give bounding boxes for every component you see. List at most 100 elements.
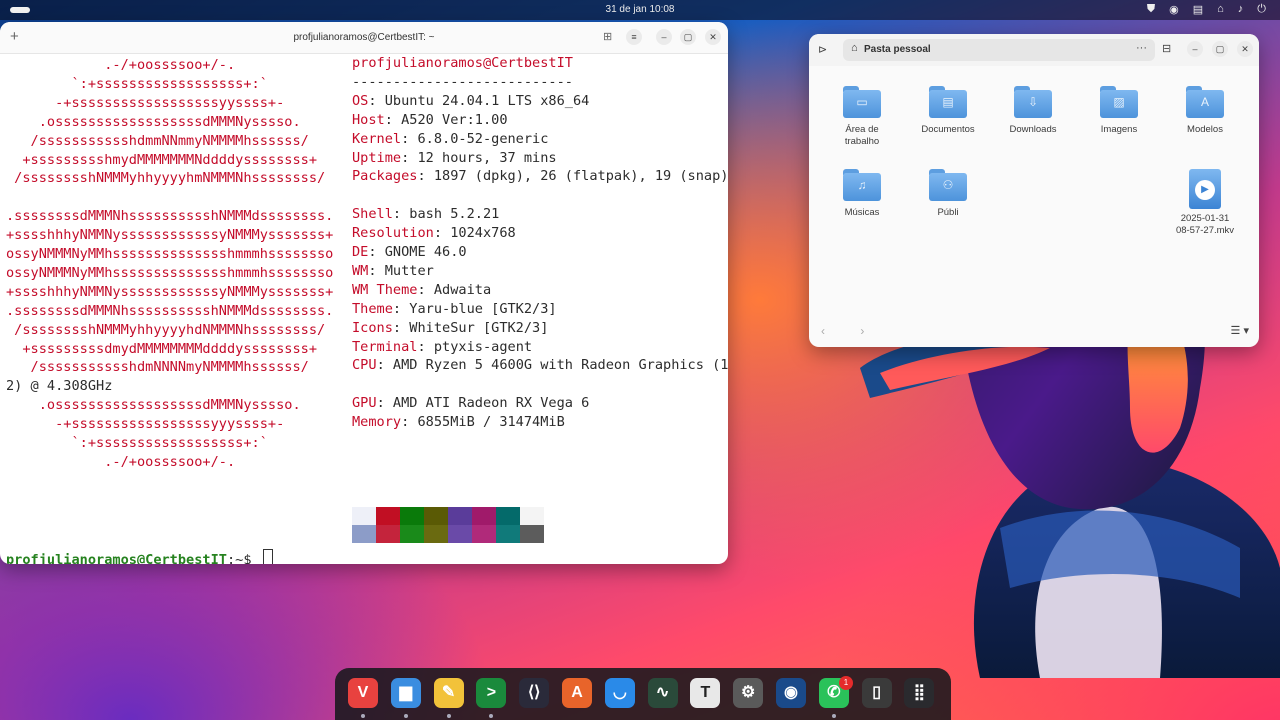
neofetch-logo-line: -+ssssssssssssssssssyyssss+- [6, 94, 285, 111]
file-label: Modelos [1187, 124, 1223, 135]
terminal-header: + profjulianoramos@CertbestIT: ~ ⊞ ≡ – ▢… [0, 22, 728, 54]
file-item[interactable]: ▨ Imagens [1076, 86, 1162, 136]
dock-files-icon[interactable]: ▆ [390, 678, 421, 708]
file-item[interactable]: ♫ Músicas [819, 169, 905, 219]
network-icon[interactable]: ⌂ [1217, 3, 1224, 16]
file-item[interactable]: ⇩ Downloads [990, 86, 1076, 136]
info-key: Kernel [352, 130, 402, 147]
files-grid: ▭ Área de trabalho ▤ Documentos ⇩ Downloads ▨ I… [809, 66, 1259, 316]
neofetch-logo-line: +sssshhhyNMMNyssssssssssssyNMMMysssssss+ [6, 227, 334, 244]
back-forward-icon[interactable]: ‹ › [821, 324, 880, 338]
shell-prompt[interactable]: profjulianoramos@CertbestIT:~$ [6, 549, 273, 564]
dock-store-icon[interactable]: ◡ [604, 678, 635, 708]
color-swatch [376, 525, 400, 543]
files-window[interactable]: ⊳ ⌂ Pasta pessoal ··· ⊟ – ▢ ✕ ▭ Área de t… [809, 34, 1259, 347]
running-indicator [489, 714, 494, 718]
info-key: WM [352, 262, 369, 279]
clock[interactable]: 31 de jan 10:08 [0, 4, 1280, 15]
info-key: Memory [352, 414, 402, 431]
view-mode-icon[interactable]: ☰ ▾ [1231, 324, 1249, 337]
terminal-output[interactable]: .-/+oossssoo+/-. `:+ssssssssssssssssss+:… [0, 54, 728, 564]
color-swatch [400, 507, 424, 525]
folder-icon: ⚇ [929, 169, 967, 201]
dock-trash-icon[interactable]: ▯ [861, 678, 892, 708]
info-key: WM Theme [352, 281, 418, 298]
running-indicator [831, 714, 836, 718]
file-item[interactable]: ▶ 2025-01-31 08-57-27.mkv [1162, 169, 1248, 237]
neofetch-info-row: Host: A520 Ver:1.00 [352, 111, 508, 130]
color-swatch [376, 507, 400, 525]
neofetch-info-row: DE: GNOME 46.0 [352, 243, 467, 262]
folder-icon: ▨ [1100, 86, 1138, 118]
neofetch-info-row: Icons: WhiteSur [GTK2/3] [352, 319, 548, 338]
menu-icon[interactable]: ≡ [626, 29, 642, 45]
file-label: Documentos [921, 124, 975, 135]
color-swatch [520, 507, 544, 525]
minimize-icon[interactable]: – [656, 29, 672, 45]
neofetch-info-row: WM Theme: Adwaita [352, 281, 491, 300]
dock: ⣿ ▯ ✆ ◉ ⚙ T ∿ ◡ A ⟨⟩ > ✎ ▆ V 1 [335, 668, 951, 720]
close-icon[interactable]: ✕ [1237, 41, 1253, 57]
info-value: : Yaru-blue [GTK2/3] [392, 300, 557, 317]
color-swatch [520, 525, 544, 543]
file-label: Downloads [1009, 124, 1057, 135]
info-key: CPU [352, 357, 377, 374]
dock-typora-icon[interactable]: T [690, 678, 721, 708]
color-palette [352, 507, 544, 543]
neofetch-logo-line: +ssssssssshmydMMMMMMMNddddyssssssss+ [6, 151, 317, 168]
file-item[interactable]: ⚇ Públi [905, 169, 991, 219]
system-tray[interactable]: ⛊ ◉ ▤ ⌂ ♪ ⏻ [1147, 3, 1266, 16]
dock-terminal-icon[interactable]: > [476, 678, 507, 708]
neofetch-info-row: Packages: 1897 (dpkg), 26 (flatpak), 19 … [352, 167, 728, 186]
neofetch-separator: --------------------------- [352, 73, 573, 90]
sidebar-toggle-icon[interactable]: ⊳ [818, 43, 827, 56]
terminal-window[interactable]: + profjulianoramos@CertbestIT: ~ ⊞ ≡ – ▢… [0, 22, 728, 564]
power-icon[interactable]: ⏻ [1257, 3, 1266, 16]
neofetch-logo-line: .-/+oossssoo+/-. [6, 453, 236, 470]
new-folder-icon[interactable]: ⊟ [1162, 42, 1171, 55]
info-value: : bash 5.2.21 [392, 206, 500, 223]
file-item[interactable]: A Modelos [1162, 86, 1248, 136]
neofetch-logo-line: .-/+oossssoo+/-. [6, 57, 236, 73]
info-value: : ptyxis-agent [417, 338, 533, 355]
dock-settings-icon[interactable]: ⚙ [733, 678, 764, 708]
tab-overview-icon[interactable]: ⊞ [603, 30, 612, 43]
dock-steam-icon[interactable]: ◉ [776, 678, 806, 708]
file-item[interactable]: ▭ Área de trabalho [819, 86, 905, 148]
minimize-icon[interactable]: – [1187, 41, 1203, 57]
neofetch-logo-line: /sssssssshNMMMyhhyyyyhmNMMMNhssssssss/ [6, 170, 326, 187]
dock-text-editor-icon[interactable]: ✎ [433, 678, 464, 708]
file-item[interactable]: ▤ Documentos [905, 86, 991, 136]
dock-app-center-icon[interactable]: A [562, 678, 592, 708]
neofetch-logo-line: ossyNMMMNyMMhsssssssssssssshmmmhssssssso [6, 246, 334, 262]
neofetch-user-host: profjulianoramos@CertbestIT [352, 55, 573, 71]
neofetch-logo-line: +sssshhhyNMMNyssssssssssssyNMMMysssssss+ [6, 283, 334, 300]
info-key: Shell [352, 206, 393, 223]
dock-show-apps-icon[interactable]: ⣿ [904, 678, 935, 708]
info-key: Resolution [352, 225, 434, 242]
chrome-icon[interactable]: ◉ [1169, 3, 1179, 16]
clipboard-icon[interactable]: ▤ [1193, 3, 1203, 16]
close-icon[interactable]: ✕ [705, 29, 721, 45]
maximize-icon[interactable]: ▢ [1212, 41, 1228, 57]
dock-vscode-icon[interactable]: ⟨⟩ [519, 678, 550, 708]
path-bar[interactable]: ⌂ Pasta pessoal ··· [843, 39, 1155, 61]
folder-icon: ♫ [843, 169, 881, 201]
color-swatch [424, 507, 448, 525]
info-key: Uptime [352, 149, 402, 166]
file-label: 2025-01-31 08-57-27.mkv [1175, 213, 1235, 236]
volume-icon[interactable]: ♪ [1238, 3, 1244, 16]
maximize-icon[interactable]: ▢ [680, 29, 696, 45]
neofetch-logo-line: .ossssssssssssssssssdMMMNysssso. [6, 397, 301, 414]
neofetch-info-row: Theme: Yaru-blue [GTK2/3] [352, 300, 557, 319]
dock-vivaldi-icon[interactable]: V [348, 678, 378, 708]
info-value: : Adwaita [417, 281, 492, 298]
file-label: Imagens [1100, 124, 1138, 135]
dock-system-monitor-icon[interactable]: ∿ [647, 678, 678, 708]
more-options-icon[interactable]: ··· [1136, 42, 1147, 54]
neofetch-info-row: GPU: AMD ATI Radeon RX Vega 6 [352, 394, 589, 413]
info-key: OS [352, 92, 369, 109]
shield-icon[interactable]: ⛊ [1147, 3, 1155, 16]
info-key: Host [352, 111, 385, 128]
neofetch-info-row: Kernel: 6.8.0-52-generic [352, 130, 548, 149]
